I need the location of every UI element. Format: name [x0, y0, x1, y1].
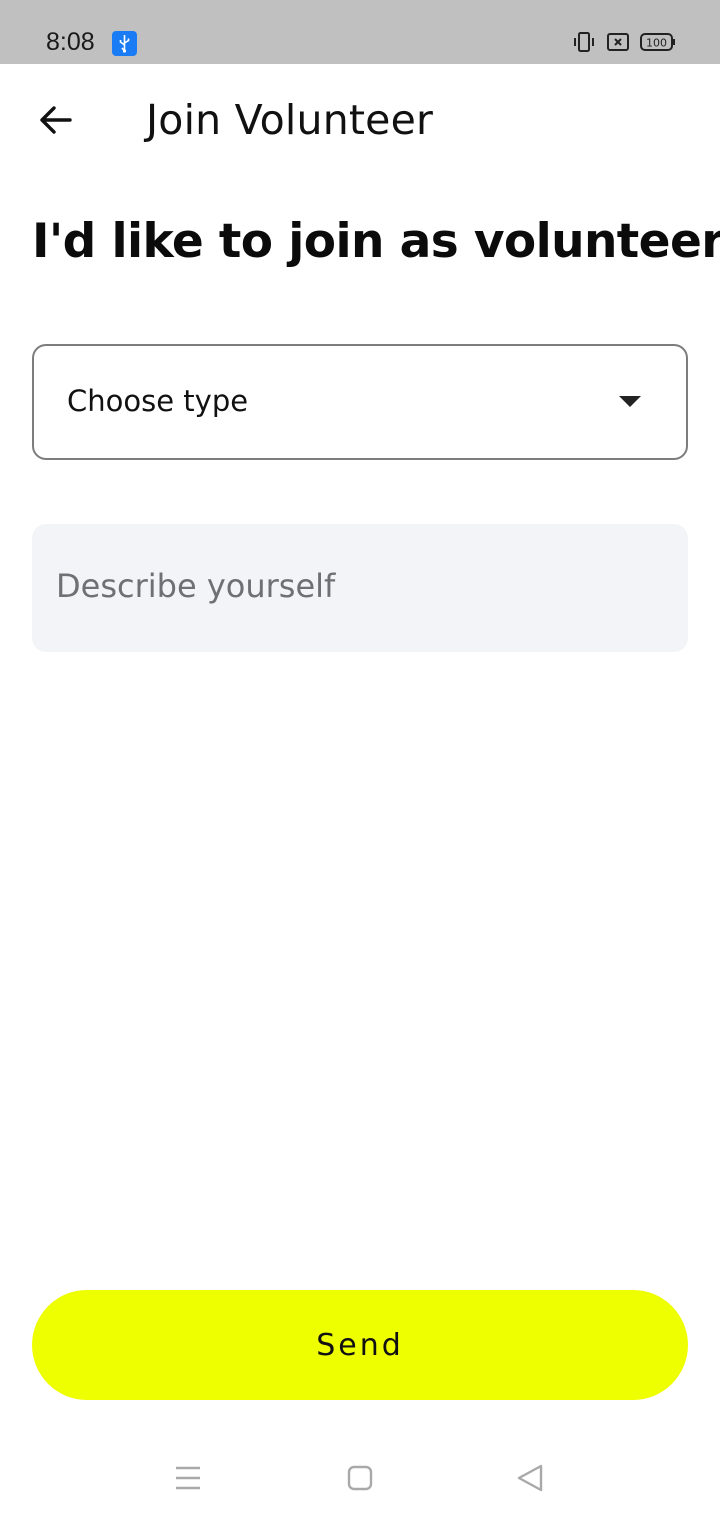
status-time: 8:08 [46, 28, 95, 56]
form-heading: I'd like to join as volunteer [32, 214, 720, 269]
page-title: Join Volunteer [146, 96, 434, 144]
volunteer-type-dropdown[interactable]: Choose type [32, 344, 688, 460]
back-triangle-icon [515, 1463, 545, 1498]
vibrate-icon [572, 30, 596, 59]
send-button-label: Send [316, 1327, 404, 1363]
home-icon [346, 1464, 374, 1497]
status-icons: 100 [572, 30, 676, 58]
volunteer-type-value: Choose type [67, 384, 249, 418]
home-button[interactable] [340, 1460, 380, 1500]
describe-yourself-field[interactable]: Describe yourself [32, 524, 688, 652]
back-button[interactable] [28, 94, 84, 150]
arrow-left-icon [38, 102, 74, 143]
app-bar: Join Volunteer [0, 64, 720, 176]
describe-yourself-placeholder: Describe yourself [56, 567, 336, 605]
menu-icon [174, 1465, 202, 1496]
recents-button[interactable] [168, 1460, 208, 1500]
send-button[interactable]: Send [32, 1290, 688, 1400]
battery-level: 100 [646, 36, 667, 49]
sim-icon [606, 31, 630, 58]
battery-icon: 100 [640, 32, 676, 57]
system-nav-bar [0, 1440, 720, 1520]
status-bar: 8:08 100 [0, 0, 720, 64]
caret-down-icon [619, 396, 641, 407]
system-back-button[interactable] [510, 1460, 550, 1500]
usb-icon [112, 31, 137, 56]
